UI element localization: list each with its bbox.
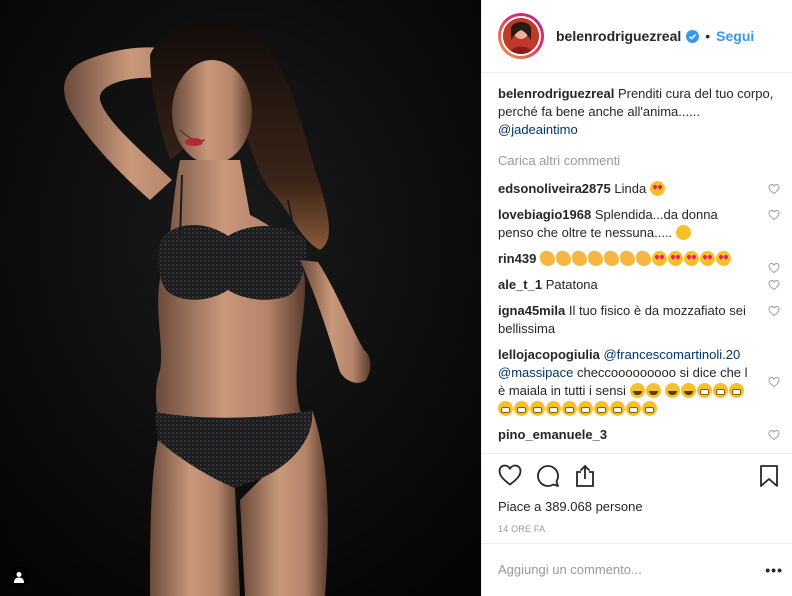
heart-eyes-emoji bbox=[715, 251, 731, 266]
save-button[interactable] bbox=[759, 464, 779, 488]
clap-emoji bbox=[555, 251, 571, 266]
comment-username[interactable]: rin439 bbox=[498, 251, 536, 266]
more-options-button[interactable]: ••• bbox=[765, 562, 783, 578]
comment-text: Linda bbox=[614, 181, 647, 196]
comment-username[interactable]: lellojacopogiulia bbox=[498, 347, 600, 362]
comments-list[interactable]: belenrodriguezreal Prenditi cura del tuo… bbox=[498, 85, 780, 453]
comment-item: lovebiagio1968 Splendida...da donna pens… bbox=[498, 206, 780, 242]
comment-username[interactable]: edsonoliveira2875 bbox=[498, 181, 611, 196]
grimace-emoji bbox=[697, 383, 713, 398]
grimace-emoji bbox=[713, 383, 729, 398]
bookmark-icon bbox=[760, 465, 778, 487]
comment-like-heart-icon[interactable] bbox=[768, 209, 780, 221]
clap-emoji bbox=[635, 251, 651, 266]
comment-item: ale_t_1 Patatona bbox=[498, 276, 780, 294]
verified-badge-icon bbox=[686, 29, 700, 43]
comment-icon[interactable] bbox=[536, 464, 560, 488]
heart-eyes-emoji bbox=[667, 251, 683, 266]
heart-icon[interactable] bbox=[498, 464, 522, 486]
grimace-emoji bbox=[626, 401, 641, 416]
joy-emoji bbox=[681, 383, 697, 398]
post-timestamp[interactable]: 14 ORE FA bbox=[498, 524, 545, 534]
load-more-comments-button[interactable]: Carica altri commenti bbox=[498, 152, 780, 170]
clap-emoji bbox=[539, 251, 555, 266]
comment-like-heart-icon[interactable] bbox=[768, 305, 780, 317]
joy-emoji bbox=[629, 383, 645, 398]
comment-like-heart-icon[interactable] bbox=[768, 262, 780, 274]
comment-username[interactable]: ale_t_1 bbox=[498, 277, 542, 292]
follow-button[interactable]: Segui bbox=[716, 28, 754, 44]
comment-like-heart-icon[interactable] bbox=[768, 429, 780, 441]
post-photo[interactable] bbox=[0, 0, 481, 596]
comment-like-heart-icon[interactable] bbox=[768, 376, 780, 388]
joy-emoji bbox=[665, 383, 681, 398]
joy-emoji bbox=[645, 383, 661, 398]
grimace-emoji bbox=[610, 401, 625, 416]
caption-username[interactable]: belenrodriguezreal bbox=[498, 86, 614, 101]
avatar[interactable] bbox=[501, 16, 541, 56]
comment-item: rin439 bbox=[498, 250, 780, 274]
comment-item: igna45mila Il tuo fisico è da mozzafiato… bbox=[498, 302, 780, 338]
post-actions: Piace a 389.068 persone 14 ORE FA bbox=[482, 453, 792, 543]
heart-eyes-emoji bbox=[683, 251, 699, 266]
grimace-emoji bbox=[514, 401, 529, 416]
comment-username[interactable]: lovebiagio1968 bbox=[498, 207, 591, 222]
grimace-emoji bbox=[562, 401, 577, 416]
clap-emoji bbox=[603, 251, 619, 266]
likes-count[interactable]: Piace a 389.068 persone bbox=[498, 499, 643, 514]
add-comment-input[interactable] bbox=[498, 562, 738, 577]
header-separator: • bbox=[705, 28, 711, 44]
comment-like-heart-icon[interactable] bbox=[768, 183, 780, 195]
comment-username[interactable]: igna45mila bbox=[498, 303, 565, 318]
grimace-emoji bbox=[498, 401, 513, 416]
avatar-story-ring[interactable] bbox=[498, 13, 544, 59]
post-side-panel: belenrodriguezreal • Segui belenrodrigue… bbox=[481, 0, 792, 596]
comment-text: Patatona bbox=[545, 277, 598, 292]
grimace-emoji bbox=[546, 401, 561, 416]
add-comment-bar: ••• bbox=[482, 543, 792, 596]
caption-mention[interactable]: @jadeaintimo bbox=[498, 122, 578, 137]
user-tag-icon bbox=[14, 572, 24, 583]
clap-emoji bbox=[619, 251, 635, 266]
heart-eyes-emoji bbox=[651, 251, 667, 266]
comment-mention[interactable]: @massipace bbox=[498, 365, 573, 380]
post-caption: belenrodriguezreal Prenditi cura del tuo… bbox=[498, 85, 780, 139]
grimace-emoji bbox=[594, 401, 609, 416]
grimace-emoji bbox=[530, 401, 545, 416]
avatar-image bbox=[503, 18, 539, 54]
instagram-post-modal: belenrodriguezreal • Segui belenrodrigue… bbox=[0, 0, 792, 596]
action-icons-row bbox=[498, 464, 596, 488]
heart-eyes-emoji bbox=[649, 181, 665, 196]
clap-emoji bbox=[587, 251, 603, 266]
share-icon[interactable] bbox=[574, 464, 596, 488]
grimace-emoji bbox=[578, 401, 593, 416]
heart-eyes-emoji bbox=[699, 251, 715, 266]
comment-mention[interactable]: @francescomartinoli.20 bbox=[603, 347, 740, 362]
grimace-emoji bbox=[729, 383, 745, 398]
comment-like-heart-icon[interactable] bbox=[768, 279, 780, 291]
comment-item: edsonoliveira2875 Linda bbox=[498, 180, 780, 198]
clap-emoji bbox=[571, 251, 587, 266]
comment-username[interactable]: pino_emanuele_3 bbox=[498, 427, 607, 442]
post-header: belenrodriguezreal • Segui bbox=[482, 0, 792, 73]
user-tag-button[interactable] bbox=[8, 566, 30, 588]
post-image-figure bbox=[0, 0, 481, 596]
grimace-emoji bbox=[642, 401, 657, 416]
wink-emoji bbox=[675, 225, 691, 240]
post-username[interactable]: belenrodriguezreal bbox=[556, 28, 681, 44]
comment-item: lellojacopogiulia @francescomartinoli.20… bbox=[498, 346, 780, 418]
comment-item: pino_emanuele_3 bbox=[498, 426, 780, 444]
